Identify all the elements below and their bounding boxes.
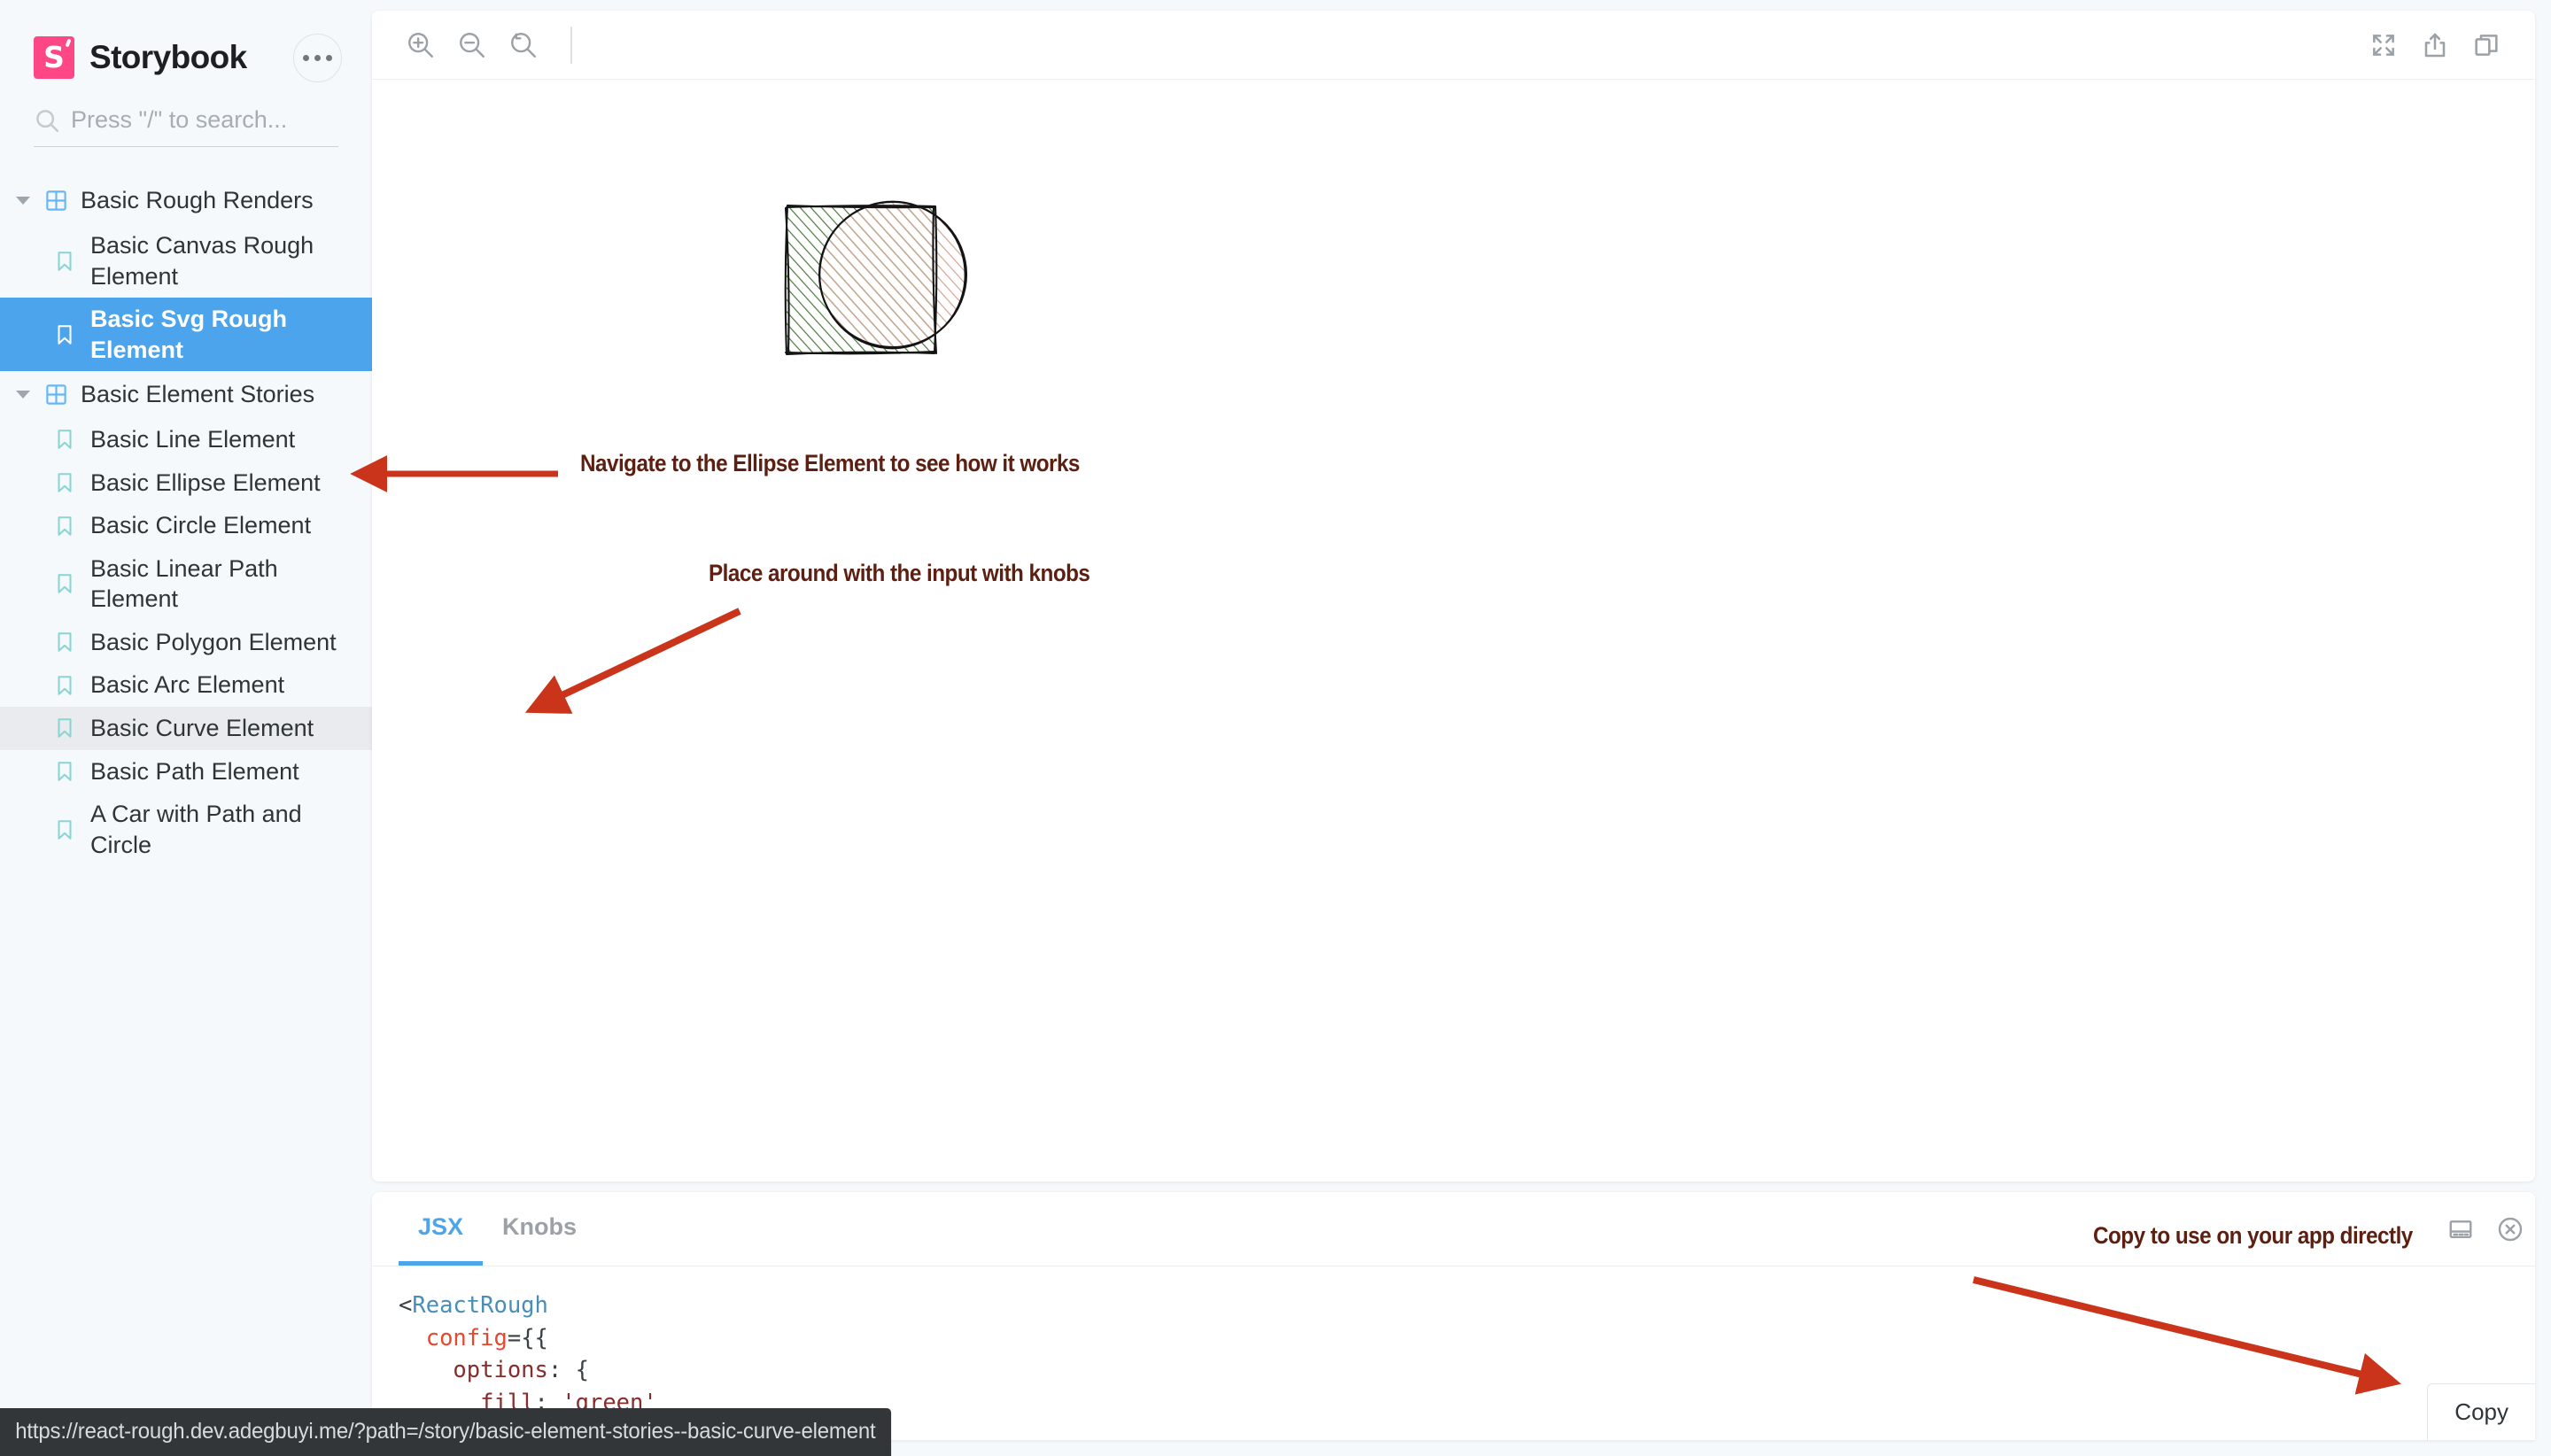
bookmark-icon (53, 470, 76, 495)
sidebar-item-basic-circle-element[interactable]: Basic Circle Element (0, 504, 372, 547)
sidebar-item-basic-curve-element[interactable]: Basic Curve Element (0, 707, 372, 750)
bookmark-icon (53, 514, 76, 538)
close-panel-icon[interactable] (2485, 1204, 2535, 1254)
bookmark-icon (53, 571, 76, 596)
bookmark-icon (53, 427, 76, 452)
sidebar-item-label: Basic Ellipse Element (90, 468, 321, 499)
sidebar-item-label: Basic Polygon Element (90, 627, 337, 658)
bookmark-icon (53, 716, 76, 740)
sidebar-item-basic-svg-rough-element[interactable]: Basic Svg Rough Element (0, 298, 372, 371)
code-token (399, 1357, 453, 1383)
tree-group-basic-rough-renders[interactable]: Basic Rough Renders (0, 177, 372, 224)
tab-knobs[interactable]: Knobs (483, 1192, 596, 1266)
tree-group-label: Basic Element Stories (81, 381, 314, 408)
code-token: config (426, 1325, 508, 1351)
story-tree: Basic Rough Renders Basic Canvas Rough El… (0, 177, 372, 866)
change-panel-position-icon[interactable] (2436, 1204, 2485, 1254)
code-token: ReactRough (412, 1292, 548, 1319)
zoom-reset-icon[interactable] (498, 19, 549, 71)
sidebar-item-basic-ellipse-element[interactable]: Basic Ellipse Element (0, 461, 372, 505)
tab-jsx[interactable]: JSX (399, 1192, 483, 1266)
bookmark-icon (53, 759, 76, 784)
addon-tabs: JSXKnobs (372, 1192, 2535, 1266)
sidebar-item-label: Basic Svg Rough Element (90, 304, 353, 365)
sidebar-item-label: A Car with Path and Circle (90, 799, 353, 860)
main-area: JSXKnobs (372, 0, 2551, 1456)
dot (314, 55, 321, 61)
dot (326, 55, 332, 61)
component-grid-icon (44, 189, 68, 213)
sidebar-item-a-car-with-path-and-circle[interactable]: A Car with Path and Circle (0, 793, 372, 866)
sidebar-item-basic-arc-element[interactable]: Basic Arc Element (0, 663, 372, 707)
bookmark-icon (53, 817, 76, 842)
fullscreen-icon[interactable] (2358, 19, 2409, 71)
code-token (399, 1325, 426, 1351)
copy-canvas-link-icon[interactable] (2461, 19, 2512, 71)
bookmark-icon (53, 249, 76, 274)
canvas-toolbar (372, 11, 2535, 80)
canvas-body (372, 80, 2535, 1181)
sidebar-item-label: Basic Canvas Rough Element (90, 230, 353, 291)
open-in-new-tab-icon[interactable] (2409, 19, 2461, 71)
sidebar-item-label: Basic Arc Element (90, 670, 284, 701)
sidebar-item-label: Basic Linear Path Element (90, 554, 353, 615)
sidebar-item-basic-polygon-element[interactable]: Basic Polygon Element (0, 621, 372, 664)
addon-panel: JSXKnobs (372, 1192, 2535, 1440)
dot (303, 55, 309, 61)
storybook-logo-icon: S (34, 36, 74, 79)
brand-row: S Storybook (0, 30, 372, 85)
tree-group-label: Basic Rough Renders (81, 187, 314, 214)
zoom-out-icon[interactable] (446, 19, 498, 71)
search-input[interactable] (71, 106, 338, 134)
sidebar-item-label: Basic Curve Element (90, 713, 314, 744)
zoom-in-icon[interactable] (395, 19, 446, 71)
storybook-app: S Storybook Basic Rough Renders Basic Can… (0, 0, 2551, 1456)
code-token: < (399, 1292, 412, 1319)
sidebar-item-basic-path-element[interactable]: Basic Path Element (0, 750, 372, 794)
status-bar-url: https://react-rough.dev.adegbuyi.me/?pat… (0, 1408, 891, 1456)
search-icon (34, 107, 60, 134)
bookmark-icon (53, 673, 76, 698)
search-row[interactable] (34, 106, 338, 147)
bookmark-icon (53, 630, 76, 654)
copy-button[interactable]: Copy (2427, 1383, 2535, 1440)
toolbar-separator (570, 27, 572, 64)
logo-letter: S (43, 43, 65, 72)
addon-tabs-spacer (596, 1192, 2436, 1266)
sidebar-item-label: Basic Line Element (90, 424, 295, 455)
code-token: : { (548, 1357, 589, 1383)
code-token: options (453, 1357, 547, 1383)
ellipsis-icon[interactable] (293, 34, 342, 82)
brand-title: Storybook (89, 39, 247, 76)
chevron-down-icon (16, 197, 30, 205)
sidebar-item-label: Basic Circle Element (90, 510, 311, 541)
preview-panel (372, 11, 2535, 1181)
code-token: ={{ (508, 1325, 548, 1351)
sidebar-item-basic-linear-path-element[interactable]: Basic Linear Path Element (0, 547, 372, 621)
sidebar: S Storybook Basic Rough Renders Basic Can… (0, 0, 372, 1456)
sidebar-item-label: Basic Path Element (90, 756, 299, 787)
chevron-down-icon (16, 391, 30, 399)
tree-group-basic-element-stories[interactable]: Basic Element Stories (0, 371, 372, 418)
sidebar-item-basic-canvas-rough-element[interactable]: Basic Canvas Rough Element (0, 224, 372, 298)
component-grid-icon (44, 383, 68, 407)
bookmark-icon (53, 322, 76, 347)
logo-tick (66, 39, 72, 48)
rough-shapes-drawing (757, 173, 1005, 376)
sidebar-item-basic-line-element[interactable]: Basic Line Element (0, 418, 372, 461)
